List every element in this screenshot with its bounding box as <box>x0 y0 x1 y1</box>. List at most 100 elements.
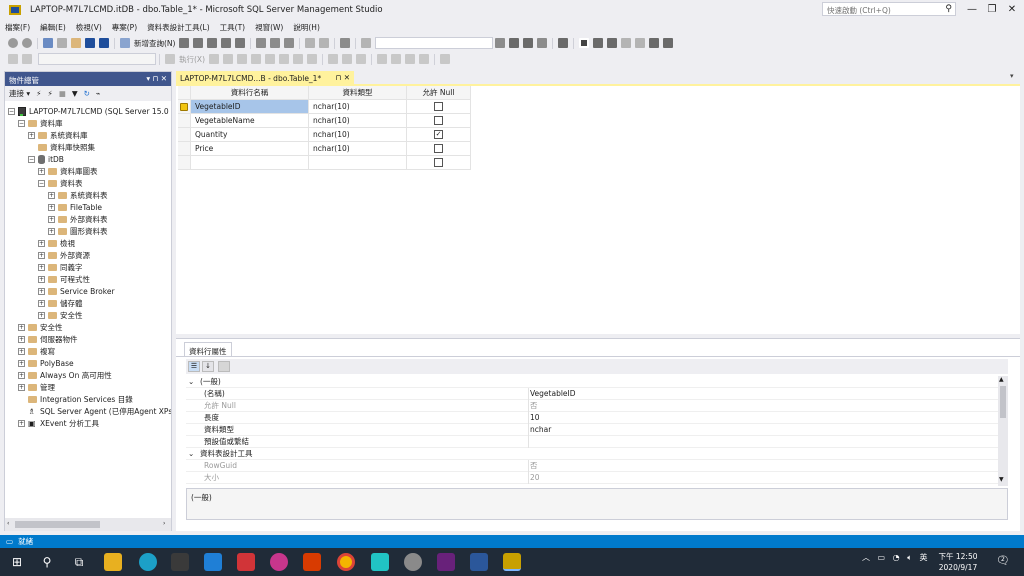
database-dropdown[interactable] <box>38 53 156 65</box>
wifi-icon[interactable]: ◔ <box>893 553 900 562</box>
tree-node-views[interactable]: + 檢視 <box>38 238 75 249</box>
window-icon[interactable] <box>537 38 548 48</box>
uncomment-icon[interactable] <box>391 54 401 64</box>
query-db-icon[interactable] <box>179 38 190 48</box>
show-hidden-icons[interactable]: ︿ <box>862 553 870 562</box>
solution-config-dropdown[interactable] <box>375 37 494 49</box>
menu-file[interactable]: 檔案(F) <box>0 20 35 35</box>
collapse-icon[interactable]: ⌄ <box>188 448 194 460</box>
property-grid-scrollbar[interactable]: ▲ ▼ <box>998 376 1008 486</box>
expand-icon[interactable]: + <box>28 132 35 139</box>
expand-icon[interactable]: + <box>38 288 45 295</box>
property-value[interactable]: 10 <box>530 412 540 424</box>
tree-node-external-tables[interactable]: + 外部資料表 <box>48 214 108 225</box>
tree-node-storage[interactable]: + 儲存體 <box>38 298 83 309</box>
expand-icon[interactable]: + <box>38 264 45 271</box>
copy-icon[interactable] <box>270 38 281 48</box>
new-query-button[interactable]: 新增查詢(N) <box>134 38 175 49</box>
property-value[interactable]: 否 <box>530 460 538 472</box>
file-explorer-icon[interactable] <box>104 553 122 571</box>
quick-launch-input[interactable]: 快速啟動 (Ctrl+Q) ⚲ <box>822 2 956 16</box>
query-dmx-icon[interactable] <box>207 38 218 48</box>
expand-icon[interactable]: + <box>38 300 45 307</box>
task-view-icon[interactable]: ⧉ <box>70 554 88 570</box>
object-explorer-controls[interactable]: ▾ ⊓ ✕ <box>146 74 167 83</box>
tree-node-programmability[interactable]: + 可程式性 <box>38 274 90 285</box>
store-icon[interactable] <box>171 553 189 571</box>
tree-node-always-on[interactable]: + Always On 高可用性 <box>18 370 112 381</box>
options-icon[interactable] <box>558 38 569 48</box>
search-icon[interactable]: ⚲ <box>38 554 56 570</box>
add-item-icon[interactable] <box>57 38 67 48</box>
cut-icon[interactable] <box>256 38 267 48</box>
menu-window[interactable]: 視窗(W) <box>250 20 288 35</box>
tree-node-db-diagrams[interactable]: + 資料庫圖表 <box>38 166 98 177</box>
tree-node-xevent[interactable]: + ▣ XEvent 分析工具 <box>18 418 99 429</box>
property-value[interactable]: nchar <box>530 424 551 436</box>
tree-node-management[interactable]: + 管理 <box>18 382 55 393</box>
tree-node-system-tables[interactable]: + 系統資料表 <box>48 190 108 201</box>
open-file-icon[interactable] <box>71 38 81 48</box>
column-name-cell[interactable]: VegetableName <box>191 114 309 128</box>
new-query-icon[interactable] <box>120 38 130 48</box>
execute-button[interactable]: 執行(X) <box>179 54 205 65</box>
alphabetical-icon[interactable]: ↓ <box>202 361 214 372</box>
windows-start-icon[interactable]: ⊞ <box>8 554 26 570</box>
stop-icon[interactable] <box>209 54 219 64</box>
relationships-icon[interactable] <box>593 38 604 48</box>
allow-null-checkbox[interactable] <box>434 144 443 153</box>
scroll-up-icon[interactable]: ▲ <box>999 376 1004 383</box>
query-xmla-icon[interactable] <box>221 38 232 48</box>
menu-table-designer[interactable]: 資料表設計工具(L) <box>142 20 215 35</box>
filter-icon[interactable]: ▼ <box>72 89 78 98</box>
save-all-icon[interactable] <box>99 38 109 48</box>
row-selector[interactable] <box>178 100 191 114</box>
close-button[interactable]: ✕ <box>1000 2 1024 18</box>
mail-icon[interactable] <box>204 553 222 571</box>
tree-node-integration-services[interactable]: Integration Services 目錄 <box>28 394 133 405</box>
expand-icon[interactable]: + <box>18 324 25 331</box>
property-category[interactable]: ⌄ (一般) <box>186 376 998 388</box>
primary-key-icon[interactable] <box>579 38 590 48</box>
media-app-icon[interactable] <box>270 553 288 571</box>
column-name-cell[interactable]: Price <box>191 142 309 156</box>
tree-node-server-objects[interactable]: + 伺服器物件 <box>18 334 78 345</box>
settings-app-icon[interactable] <box>404 553 422 571</box>
paste-icon[interactable] <box>284 38 295 48</box>
property-pages-icon[interactable] <box>218 361 230 372</box>
generate-script-icon[interactable] <box>663 38 674 48</box>
results-grid-icon[interactable] <box>342 54 352 64</box>
find-icon[interactable] <box>495 38 506 48</box>
property-row[interactable]: 資料類型 nchar <box>186 424 998 436</box>
scroll-left-icon[interactable]: ‹ <box>7 520 9 527</box>
visual-studio-icon[interactable] <box>437 553 455 571</box>
property-category[interactable]: ⌄ 資料表設計工具 <box>186 448 998 460</box>
tree-node-external-resources[interactable]: + 外部資源 <box>38 250 90 261</box>
parse-icon[interactable] <box>223 54 233 64</box>
back-icon[interactable] <box>8 38 18 48</box>
query-das-icon[interactable] <box>235 38 246 48</box>
client-stats-icon[interactable] <box>307 54 317 64</box>
dev-tool-icon[interactable] <box>303 553 321 571</box>
scroll-thumb[interactable] <box>1000 386 1006 418</box>
refresh-icon[interactable]: ↻ <box>84 89 90 98</box>
row-selector[interactable] <box>178 142 191 156</box>
results-file-icon[interactable] <box>356 54 366 64</box>
property-row[interactable]: 長度 10 <box>186 412 998 424</box>
collapse-icon[interactable]: ⌄ <box>188 376 194 388</box>
include-plan-icon[interactable] <box>279 54 289 64</box>
collapse-icon[interactable]: − <box>38 180 45 187</box>
property-value[interactable]: 否 <box>530 400 538 412</box>
new-project-icon[interactable] <box>43 38 53 48</box>
connect-button[interactable]: 連接 ▾ <box>9 88 30 99</box>
expand-icon[interactable]: + <box>38 168 45 175</box>
edge-icon[interactable] <box>139 553 157 571</box>
query-options-icon[interactable] <box>251 54 261 64</box>
data-type-cell[interactable]: nchar(10) <box>309 142 407 156</box>
tree-node-server[interactable]: − LAPTOP-M7L7LCMD (SQL Server 15.0 <box>8 106 169 117</box>
collapse-icon[interactable]: − <box>18 120 25 127</box>
expand-icon[interactable]: + <box>38 240 45 247</box>
tab-dropdown-icon[interactable]: ▾ <box>1010 72 1014 80</box>
tree-node-databases[interactable]: − 資料庫 <box>18 118 63 129</box>
data-type-cell[interactable]: nchar(10) <box>309 114 407 128</box>
